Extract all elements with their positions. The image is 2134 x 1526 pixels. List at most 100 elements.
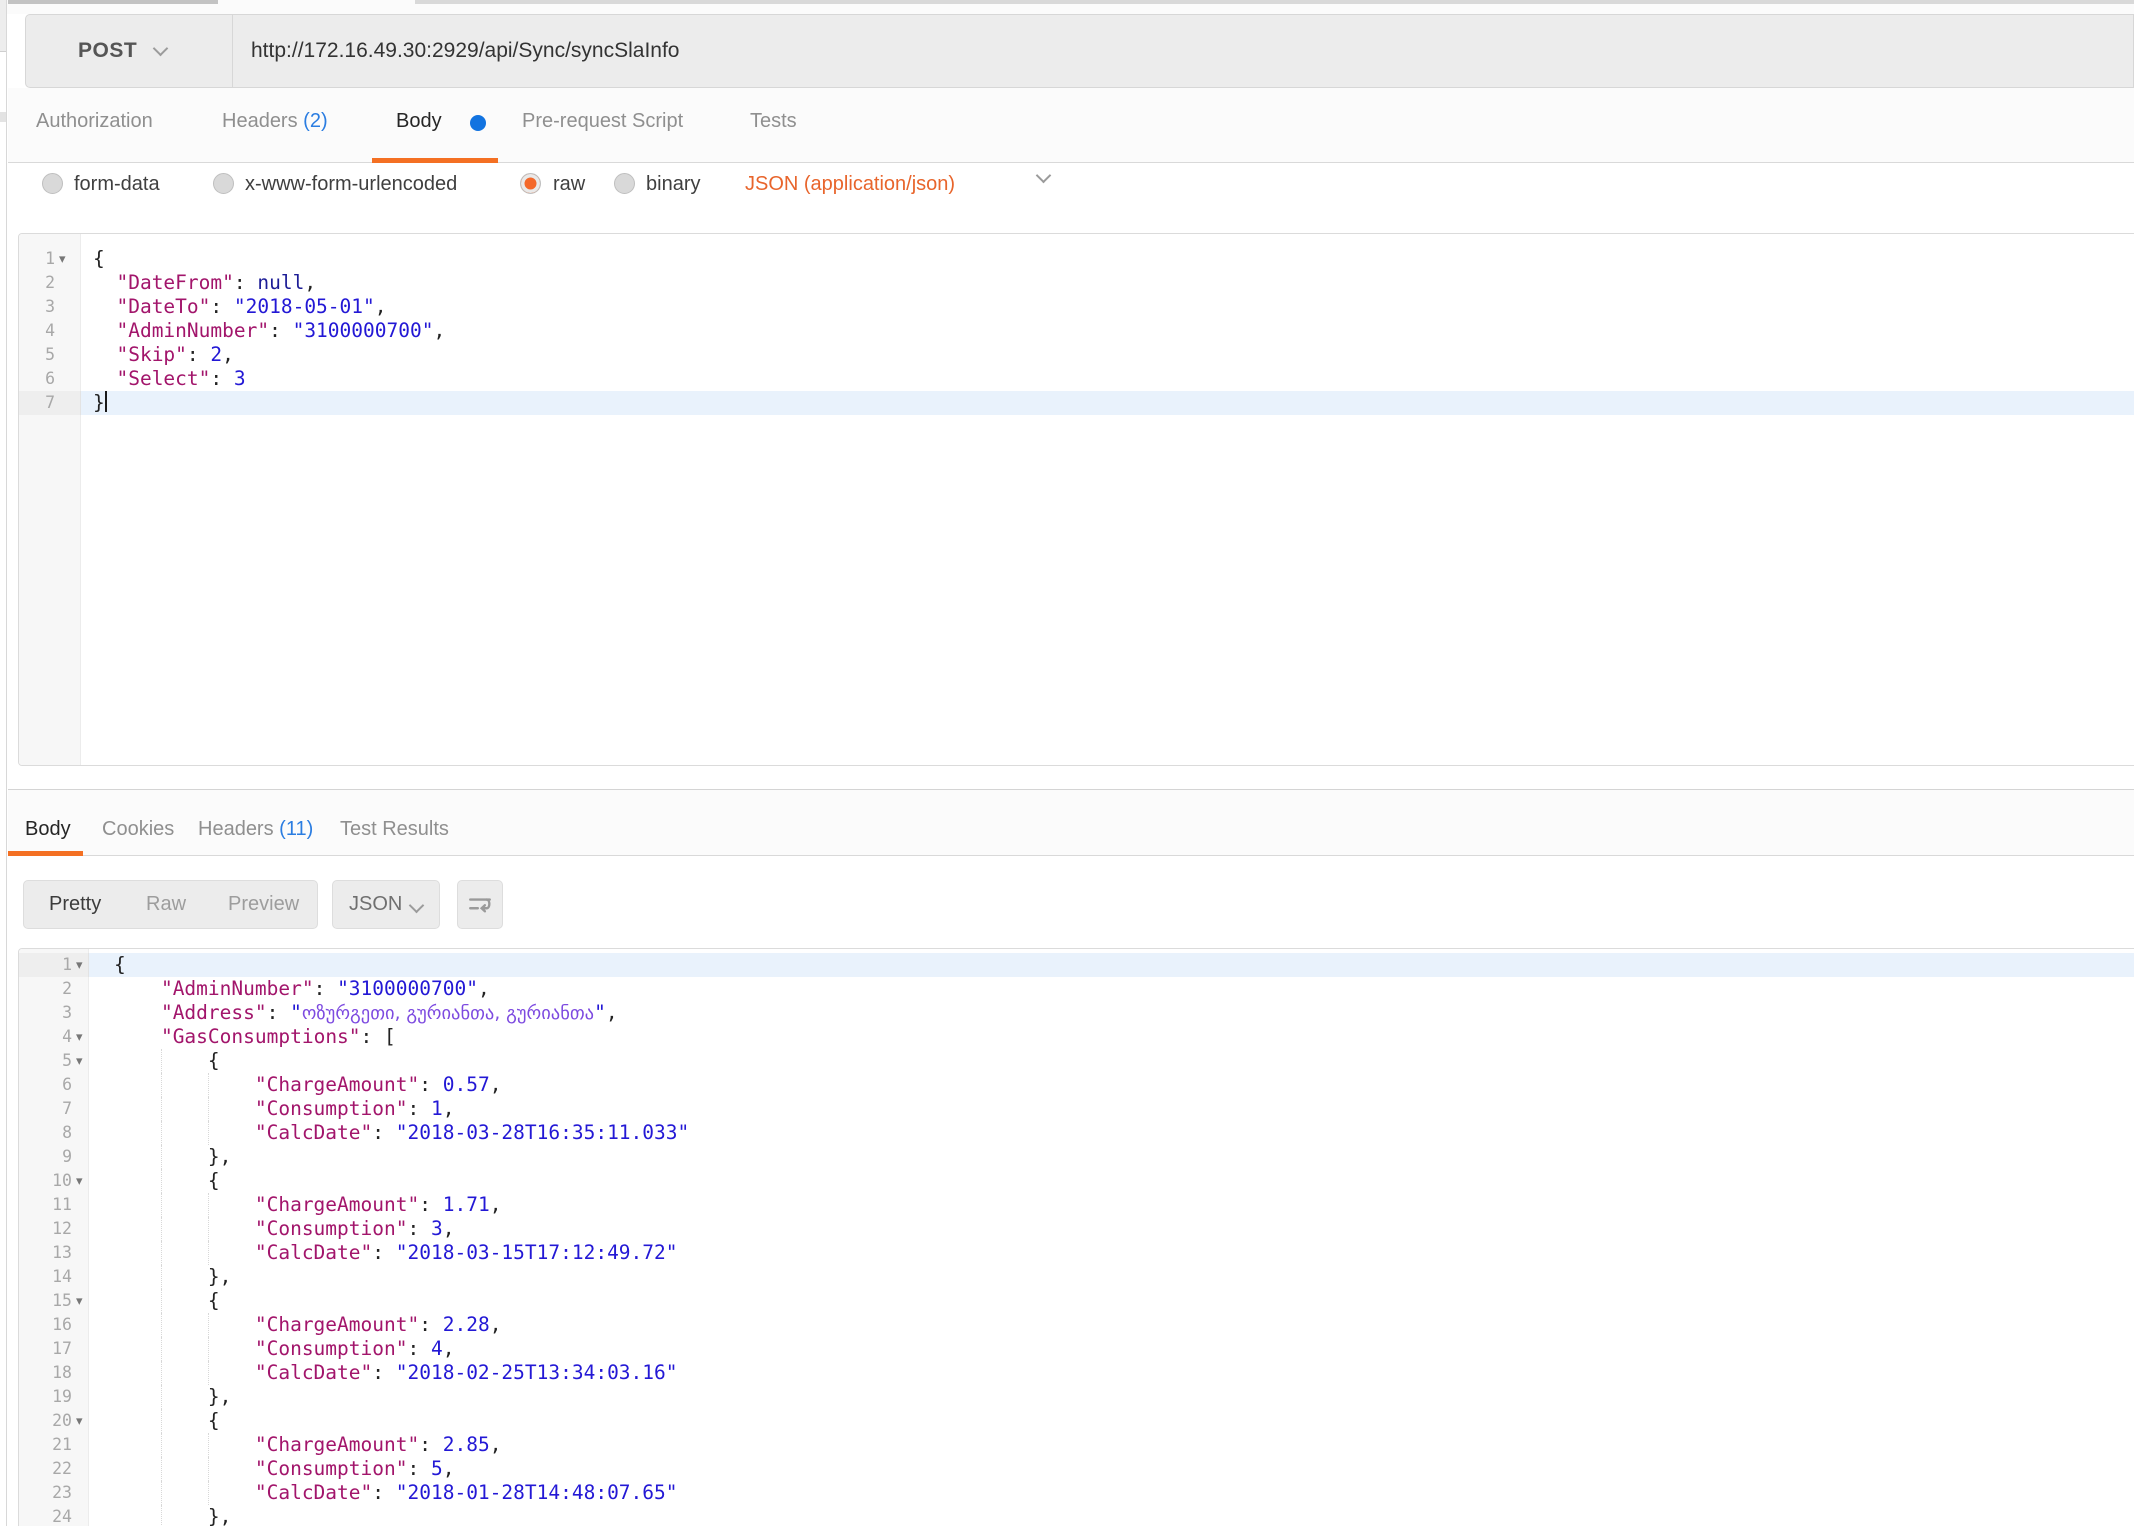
fold-toggle-icon[interactable]: ▾ xyxy=(76,1409,83,1433)
code-line: 24}, xyxy=(19,1505,2134,1526)
radio-binary[interactable] xyxy=(614,173,635,194)
code-line: 5"Skip": 2, xyxy=(19,343,2134,367)
radio-binary-label[interactable]: binary xyxy=(646,173,700,196)
code-text: { xyxy=(114,1049,220,1073)
body-indicator-dot xyxy=(470,115,486,131)
line-number: 3 xyxy=(19,295,55,319)
content-type-selector[interactable]: JSON (application/json) xyxy=(745,173,955,196)
request-url-bar: POST http://172.16.49.30:2929/api/Sync/s… xyxy=(25,14,2134,88)
code-text: }, xyxy=(114,1145,231,1169)
code-text: }, xyxy=(114,1505,231,1526)
app-tab-strip xyxy=(0,0,2134,14)
radio-form-data-label[interactable]: form-data xyxy=(74,173,160,196)
request-body-editor[interactable]: 1▾{2"DateFrom": null,3"DateTo": "2018-05… xyxy=(18,233,2134,766)
code-line: 7} xyxy=(19,391,2134,415)
tab-authorization[interactable]: Authorization xyxy=(36,110,153,133)
line-number: 10 xyxy=(19,1169,72,1193)
line-number: 19 xyxy=(19,1385,72,1409)
code-line: 17"Consumption": 4, xyxy=(19,1337,2134,1361)
line-number: 7 xyxy=(19,1097,72,1121)
line-number: 14 xyxy=(19,1265,72,1289)
fold-toggle-icon[interactable]: ▾ xyxy=(76,1025,83,1049)
active-line-highlight xyxy=(81,391,2134,415)
url-input[interactable]: http://172.16.49.30:2929/api/Sync/syncSl… xyxy=(251,15,679,87)
line-number: 22 xyxy=(19,1457,72,1481)
radio-raw[interactable] xyxy=(520,173,541,194)
tab-pre-request-script[interactable]: Pre-request Script xyxy=(522,110,683,133)
response-body-editor[interactable]: 1▾{2"AdminNumber": "3100000700",3"Addres… xyxy=(18,948,2134,1526)
line-number: 13 xyxy=(19,1241,72,1265)
active-line-highlight xyxy=(89,953,2134,977)
radio-urlencoded-label[interactable]: x-www-form-urlencoded xyxy=(245,173,457,196)
line-number: 12 xyxy=(19,1217,72,1241)
code-text: { xyxy=(114,1289,220,1313)
code-line: 3 "Address": "ოზურგეთი, გურიანთა, გურიანთ… xyxy=(19,1001,2134,1025)
code-text: { xyxy=(114,1169,220,1193)
code-text: "Consumption": 5, xyxy=(114,1457,454,1481)
code-text: "CalcDate": "2018-03-15T17:12:49.72" xyxy=(114,1241,678,1265)
code-text: "Skip": 2, xyxy=(93,343,234,367)
radio-form-data[interactable] xyxy=(42,173,63,194)
code-text: "ChargeAmount": 2.85, xyxy=(114,1433,501,1457)
method-label: POST xyxy=(78,39,137,63)
code-line: 20▾{ xyxy=(19,1409,2134,1433)
code-line: 4▾"GasConsumptions": [ xyxy=(19,1025,2134,1049)
fold-toggle-icon[interactable]: ▾ xyxy=(76,1169,83,1193)
code-line: 22 "Consumption": 5, xyxy=(19,1457,2134,1481)
code-line: 13 "CalcDate": "2018-03-15T17:12:49.72" xyxy=(19,1241,2134,1265)
view-raw-button[interactable]: Raw xyxy=(146,893,186,916)
line-number: 23 xyxy=(19,1481,72,1505)
tab-headers-label: Headers xyxy=(222,110,298,132)
code-text: "Consumption": 4, xyxy=(114,1337,454,1361)
code-line: 18"CalcDate": "2018-02-25T13:34:03.16" xyxy=(19,1361,2134,1385)
code-text: "Consumption": 3, xyxy=(114,1217,454,1241)
tab-cookies[interactable]: Cookies xyxy=(102,818,174,841)
tab-tests[interactable]: Tests xyxy=(750,110,797,133)
request-tabs: Authorization Headers (2) Body Pre-reque… xyxy=(8,88,2134,163)
line-number: 2 xyxy=(19,271,55,295)
fold-toggle-icon[interactable]: ▾ xyxy=(76,1049,83,1073)
code-text: }, xyxy=(114,1265,231,1289)
tab-body[interactable]: Body xyxy=(396,110,442,133)
method-selector[interactable]: POST xyxy=(26,15,233,87)
code-text: }, xyxy=(114,1385,231,1409)
tab-test-results[interactable]: Test Results xyxy=(340,818,449,841)
code-text: "GasConsumptions": [ xyxy=(114,1025,396,1049)
wrap-lines-button[interactable] xyxy=(457,880,503,929)
sidebar-edge xyxy=(0,0,7,1526)
code-line: 8"CalcDate": "2018-03-28T16:35:11.033" xyxy=(19,1121,2134,1145)
fold-toggle-icon[interactable]: ▾ xyxy=(76,1289,83,1313)
chevron-down-icon xyxy=(409,898,425,914)
view-preview-button[interactable]: Preview xyxy=(228,893,299,916)
code-line: 16"ChargeAmount": 2.28, xyxy=(19,1313,2134,1337)
tab-response-headers-label: Headers xyxy=(198,818,274,840)
view-toggle-group: Pretty Raw Preview xyxy=(23,880,318,929)
line-number: 11 xyxy=(19,1193,72,1217)
tab-response-body[interactable]: Body xyxy=(25,818,71,841)
radio-raw-label[interactable]: raw xyxy=(553,173,585,196)
code-line: 23 "CalcDate": "2018-01-28T14:48:07.65" xyxy=(19,1481,2134,1505)
tab-response-headers[interactable]: Headers (11) xyxy=(198,818,313,841)
line-number: 2 xyxy=(19,977,72,1001)
code-text: "ChargeAmount": 1.71, xyxy=(114,1193,501,1217)
tab-headers[interactable]: Headers (2) xyxy=(222,110,328,133)
code-text: "CalcDate": "2018-01-28T14:48:07.65" xyxy=(114,1481,678,1505)
view-pretty-button[interactable]: Pretty xyxy=(49,893,101,916)
fold-toggle-icon[interactable]: ▾ xyxy=(59,247,66,271)
code-line: 6"Select": 3 xyxy=(19,367,2134,391)
code-text: "Address": "ოზურგეთი, გურიანთა, გურიანთა… xyxy=(114,1001,618,1026)
line-number: 6 xyxy=(19,1073,72,1097)
code-text: "DateTo": "2018-05-01", xyxy=(93,295,387,319)
fold-toggle-icon[interactable]: ▾ xyxy=(76,953,83,977)
code-line: 11 "ChargeAmount": 1.71, xyxy=(19,1193,2134,1217)
code-line: 10▾ { xyxy=(19,1169,2134,1193)
headers-count-badge: (2) xyxy=(303,110,327,132)
code-text: { xyxy=(114,953,126,977)
format-select[interactable]: JSON xyxy=(332,880,440,929)
response-headers-count-badge: (11) xyxy=(279,818,313,840)
line-number: 3 xyxy=(19,1001,72,1025)
code-text: { xyxy=(93,247,105,271)
code-line: 14}, xyxy=(19,1265,2134,1289)
line-number: 5 xyxy=(19,1049,72,1073)
radio-urlencoded[interactable] xyxy=(213,173,234,194)
